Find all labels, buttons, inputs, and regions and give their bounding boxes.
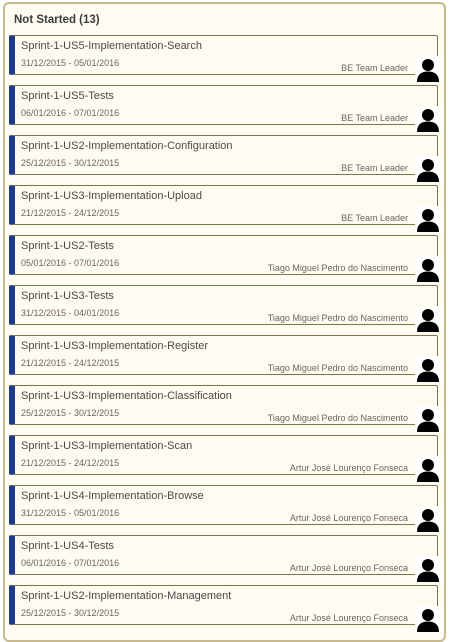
user-silhouette-icon xyxy=(415,456,441,482)
task-title[interactable]: Sprint-1-US3-Implementation-Upload xyxy=(21,190,202,202)
task-assignee: Artur José Lourenço Fonseca xyxy=(289,563,408,573)
task-card[interactable]: Sprint-1-US3-Tests 31/12/2015 - 04/01/20… xyxy=(9,285,441,332)
task-card[interactable]: Sprint-1-US3-Implementation-Upload 21/12… xyxy=(9,185,441,232)
task-card[interactable]: Sprint-1-US5-Tests 06/01/2016 - 07/01/20… xyxy=(9,85,441,132)
task-card[interactable]: Sprint-1-US2-Implementation-Management 2… xyxy=(9,585,441,632)
task-title[interactable]: Sprint-1-US3-Implementation-Scan xyxy=(21,440,192,452)
task-title[interactable]: Sprint-1-US4-Tests xyxy=(21,540,114,552)
task-assignee: BE Team Leader xyxy=(341,63,408,73)
task-card[interactable]: Sprint-1-US4-Tests 06/01/2016 - 07/01/20… xyxy=(9,535,441,582)
task-list: Sprint-1-US5-Implementation-Search 31/12… xyxy=(9,35,441,635)
task-assignee: Tiago Miguel Pedro do Nascimento xyxy=(267,413,408,423)
task-dates: 21/12/2015 - 24/12/2015 xyxy=(21,208,120,218)
task-dates: 31/12/2015 - 05/01/2016 xyxy=(21,508,120,518)
task-dates: 31/12/2015 - 05/01/2016 xyxy=(21,58,120,68)
avatar[interactable] xyxy=(415,156,441,182)
task-card[interactable]: Sprint-1-US2-Implementation-Configuratio… xyxy=(9,135,441,182)
user-silhouette-icon xyxy=(415,606,441,632)
avatar[interactable] xyxy=(415,306,441,332)
task-title[interactable]: Sprint-1-US5-Tests xyxy=(21,90,114,102)
avatar[interactable] xyxy=(415,56,441,82)
user-silhouette-icon xyxy=(415,506,441,532)
avatar[interactable] xyxy=(415,356,441,382)
task-assignee: Artur José Lourenço Fonseca xyxy=(289,613,408,623)
user-silhouette-icon xyxy=(415,156,441,182)
user-silhouette-icon xyxy=(415,356,441,382)
avatar[interactable] xyxy=(415,406,441,432)
task-title[interactable]: Sprint-1-US5-Implementation-Search xyxy=(21,40,202,52)
task-dates: 25/12/2015 - 30/12/2015 xyxy=(21,158,120,168)
task-card[interactable]: Sprint-1-US4-Implementation-Browse 31/12… xyxy=(9,485,441,532)
user-silhouette-icon xyxy=(415,406,441,432)
task-dates: 06/01/2016 - 07/01/2016 xyxy=(21,558,120,568)
user-silhouette-icon xyxy=(415,256,441,282)
task-assignee: Artur José Lourenço Fonseca xyxy=(289,513,408,523)
task-dates: 25/12/2015 - 30/12/2015 xyxy=(21,608,120,618)
task-title[interactable]: Sprint-1-US2-Tests xyxy=(21,240,114,252)
task-dates: 21/12/2015 - 24/12/2015 xyxy=(21,358,120,368)
user-silhouette-icon xyxy=(415,206,441,232)
avatar[interactable] xyxy=(415,506,441,532)
task-dates: 21/12/2015 - 24/12/2015 xyxy=(21,458,120,468)
avatar[interactable] xyxy=(415,256,441,282)
avatar[interactable] xyxy=(415,106,441,132)
column-title: Not Started (13) xyxy=(14,14,100,26)
not-started-column: Not Started (13) Sprint-1-US5-Implementa… xyxy=(3,2,446,642)
user-silhouette-icon xyxy=(415,556,441,582)
task-assignee: Tiago Miguel Pedro do Nascimento xyxy=(267,363,408,373)
avatar[interactable] xyxy=(415,606,441,632)
task-assignee: Artur José Lourenço Fonseca xyxy=(289,463,408,473)
task-dates: 05/01/2016 - 07/01/2016 xyxy=(21,258,120,268)
task-card[interactable]: Sprint-1-US3-Implementation-Register 21/… xyxy=(9,335,441,382)
task-assignee: BE Team Leader xyxy=(341,113,408,123)
task-dates: 06/01/2016 - 07/01/2016 xyxy=(21,108,120,118)
task-card[interactable]: Sprint-1-US2-Tests 05/01/2016 - 07/01/20… xyxy=(9,235,441,282)
task-title[interactable]: Sprint-1-US2-Implementation-Configuratio… xyxy=(21,140,233,152)
task-assignee: BE Team Leader xyxy=(341,163,408,173)
task-assignee: BE Team Leader xyxy=(341,213,408,223)
avatar[interactable] xyxy=(415,456,441,482)
task-title[interactable]: Sprint-1-US3-Tests xyxy=(21,290,114,302)
avatar[interactable] xyxy=(415,206,441,232)
user-silhouette-icon xyxy=(415,106,441,132)
task-title[interactable]: Sprint-1-US3-Implementation-Classificati… xyxy=(21,390,232,402)
task-card[interactable]: Sprint-1-US5-Implementation-Search 31/12… xyxy=(9,35,441,82)
task-title[interactable]: Sprint-1-US4-Implementation-Browse xyxy=(21,490,204,502)
task-assignee: Tiago Miguel Pedro do Nascimento xyxy=(267,263,408,273)
task-title[interactable]: Sprint-1-US2-Implementation-Management xyxy=(21,590,231,602)
task-card[interactable]: Sprint-1-US3-Implementation-Classificati… xyxy=(9,385,441,432)
task-card[interactable]: Sprint-1-US3-Implementation-Scan 21/12/2… xyxy=(9,435,441,482)
user-silhouette-icon xyxy=(415,56,441,82)
task-dates: 31/12/2015 - 04/01/2016 xyxy=(21,308,120,318)
avatar[interactable] xyxy=(415,556,441,582)
task-dates: 25/12/2015 - 30/12/2015 xyxy=(21,408,120,418)
task-title[interactable]: Sprint-1-US3-Implementation-Register xyxy=(21,340,208,352)
task-assignee: Tiago Miguel Pedro do Nascimento xyxy=(267,313,408,323)
user-silhouette-icon xyxy=(415,306,441,332)
